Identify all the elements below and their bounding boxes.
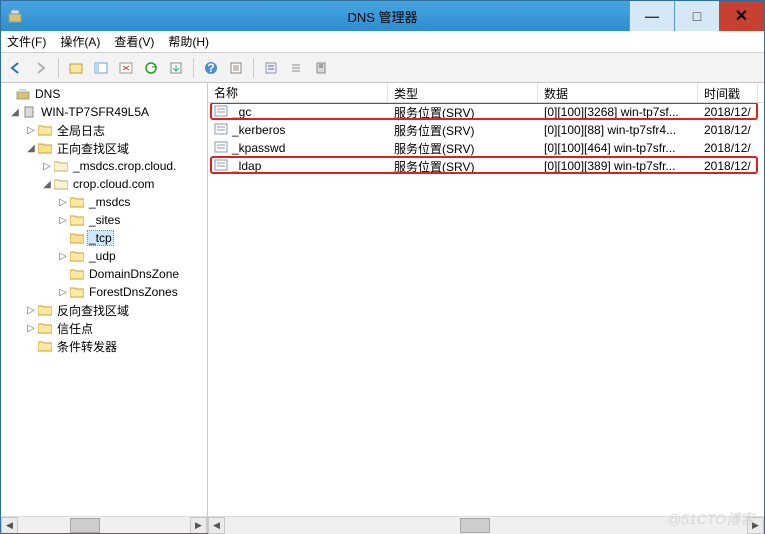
tree-msdcs-zone[interactable]: ▷_msdcs.crop.cloud. xyxy=(1,157,207,175)
close-button[interactable]: ✕ xyxy=(719,1,764,31)
folder-icon xyxy=(37,302,53,318)
folder-icon xyxy=(69,194,85,210)
list-panel: 名称 类型 数据 时间戳 _gc 服务位置(SRV) [0][100][3268… xyxy=(208,83,764,533)
watermark: @51CTO博客 xyxy=(667,509,754,529)
window-buttons: — □ ✕ xyxy=(629,1,764,31)
list-row[interactable]: _kpasswd 服务位置(SRV) [0][100][464] win-tp7… xyxy=(208,139,764,157)
refresh-icon[interactable] xyxy=(140,57,162,79)
properties-icon[interactable] xyxy=(225,57,247,79)
list-row[interactable]: _gc 服务位置(SRV) [0][100][3268] win-tp7sf..… xyxy=(208,103,764,121)
col-name[interactable]: 名称 xyxy=(208,83,388,102)
tree-sub-forestdnszones[interactable]: ▷ForestDnsZones xyxy=(1,283,207,301)
tree-panel: DNS ◢WIN-TP7SFR49L5A ▷全局日志 ◢正向查找区域 ▷_msd… xyxy=(1,83,208,533)
server-icon[interactable] xyxy=(310,57,332,79)
folder-open-icon xyxy=(69,230,85,246)
tree-hscroll[interactable]: ◀▶ xyxy=(1,516,207,533)
tree-forward-zone[interactable]: ◢正向查找区域 xyxy=(1,139,207,157)
list-body: _gc 服务位置(SRV) [0][100][3268] win-tp7sf..… xyxy=(208,103,764,516)
folder-icon xyxy=(37,320,53,336)
tree-sub-msdcs[interactable]: ▷_msdcs xyxy=(1,193,207,211)
main-area: DNS ◢WIN-TP7SFR49L5A ▷全局日志 ◢正向查找区域 ▷_msd… xyxy=(1,83,764,533)
zone-icon xyxy=(53,158,69,174)
record-icon xyxy=(214,140,228,157)
tree-server[interactable]: ◢WIN-TP7SFR49L5A xyxy=(1,103,207,121)
export-icon[interactable] xyxy=(165,57,187,79)
tree-reverse-zone[interactable]: ▷反向查找区域 xyxy=(1,301,207,319)
tree-global-log[interactable]: ▷全局日志 xyxy=(1,121,207,139)
col-data[interactable]: 数据 xyxy=(538,83,698,102)
tree-sub-udp[interactable]: ▷_udp xyxy=(1,247,207,265)
tree-sub-domaindnszone[interactable]: DomainDnsZone xyxy=(1,265,207,283)
app-icon xyxy=(7,8,23,24)
tree-trust-points[interactable]: ▷信任点 xyxy=(1,319,207,337)
record-icon xyxy=(214,158,228,175)
tree-root-dns[interactable]: DNS xyxy=(1,85,207,103)
col-type[interactable]: 类型 xyxy=(388,83,538,102)
record-icon xyxy=(214,122,228,139)
menu-help[interactable]: 帮助(H) xyxy=(168,33,209,50)
show-hide-tree-icon[interactable] xyxy=(90,57,112,79)
new-window-icon[interactable] xyxy=(65,57,87,79)
folder-open-icon xyxy=(37,140,53,156)
list-row[interactable]: _ldap 服务位置(SRV) [0][100][389] win-tp7sfr… xyxy=(208,157,764,175)
col-timestamp[interactable]: 时间戳 xyxy=(698,83,758,102)
forward-button[interactable] xyxy=(30,57,52,79)
folder-icon xyxy=(69,212,85,228)
minimize-button[interactable]: — xyxy=(629,1,674,31)
folder-icon xyxy=(69,248,85,264)
folder-icon xyxy=(69,284,85,300)
zone-icon xyxy=(53,176,69,192)
tree-sub-tcp[interactable]: _tcp xyxy=(1,229,207,247)
tree-conditional-forwarders[interactable]: 条件转发器 xyxy=(1,337,207,355)
list-icon[interactable] xyxy=(285,57,307,79)
delete-icon[interactable] xyxy=(115,57,137,79)
filter-icon[interactable] xyxy=(260,57,282,79)
dns-icon xyxy=(15,86,31,102)
maximize-button[interactable]: □ xyxy=(674,1,719,31)
folder-icon xyxy=(37,338,53,354)
list-row[interactable]: _kerberos 服务位置(SRV) [0][100][88] win-tp7… xyxy=(208,121,764,139)
folder-icon xyxy=(69,266,85,282)
back-button[interactable] xyxy=(5,57,27,79)
menu-view[interactable]: 查看(V) xyxy=(114,33,154,50)
tree-crop-zone[interactable]: ◢crop.cloud.com xyxy=(1,175,207,193)
menu-file[interactable]: 文件(F) xyxy=(7,33,46,50)
menu-action[interactable]: 操作(A) xyxy=(60,33,100,50)
tree-sub-sites[interactable]: ▷_sites xyxy=(1,211,207,229)
menu-bar: 文件(F) 操作(A) 查看(V) 帮助(H) xyxy=(1,31,764,53)
svg-text:?: ? xyxy=(207,61,214,75)
folder-icon xyxy=(37,122,53,138)
toolbar: ? xyxy=(1,53,764,83)
title-bar: DNS 管理器 — □ ✕ xyxy=(1,1,764,31)
window-title: DNS 管理器 xyxy=(347,7,417,26)
record-icon xyxy=(214,104,228,121)
server-node-icon xyxy=(21,104,37,120)
help-icon[interactable]: ? xyxy=(200,57,222,79)
list-header: 名称 类型 数据 时间戳 xyxy=(208,83,764,103)
